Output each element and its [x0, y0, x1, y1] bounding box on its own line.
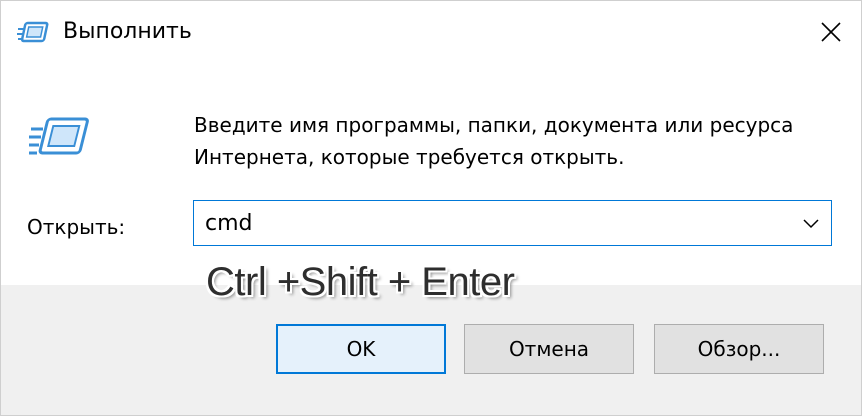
window-title: Выполнить — [63, 19, 192, 44]
open-combobox[interactable] — [193, 200, 832, 246]
run-dialog-icon — [17, 21, 49, 43]
dialog-body: Введите имя программы, папки, документа … — [1, 63, 861, 285]
open-label: Открыть: — [27, 215, 126, 239]
browse-button[interactable]: Обзор... — [654, 324, 824, 374]
close-button[interactable] — [807, 9, 855, 55]
ok-button[interactable]: OK — [276, 324, 446, 374]
title-bar[interactable]: Выполнить — [1, 1, 861, 63]
chevron-down-icon — [803, 219, 819, 229]
description-text: Введите имя программы, папки, документа … — [194, 109, 834, 173]
dropdown-button[interactable] — [801, 214, 821, 234]
open-input[interactable] — [205, 203, 785, 243]
close-icon — [821, 22, 841, 42]
description-line-1: Введите имя программы, папки, документа … — [194, 113, 794, 137]
cancel-button[interactable]: Отмена — [464, 324, 634, 374]
run-dialog-icon — [29, 117, 89, 155]
run-dialog: Выполнить Введите имя программы, папки, … — [0, 0, 862, 416]
description-line-2: Интернета, которые требуется открыть. — [194, 145, 625, 169]
hotkey-overlay-text: Ctrl +Shift + Enter — [206, 260, 515, 304]
